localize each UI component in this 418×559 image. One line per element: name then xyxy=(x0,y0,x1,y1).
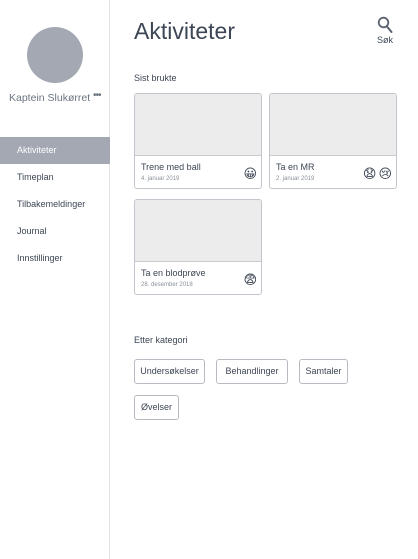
search-icon xyxy=(377,16,393,33)
sidebar-item-label: Journal xyxy=(17,226,47,236)
activity-card-ta-en-mr[interactable]: Ta en MR 2. januar 2019 😧 😢 xyxy=(269,93,397,189)
sidebar-item-label: Timeplan xyxy=(17,172,54,182)
card-emojis: 😨 xyxy=(243,272,257,288)
fearful-face-icon: 😨 xyxy=(243,272,257,287)
card-title: Trene med ball xyxy=(141,162,201,172)
card-thumbnail xyxy=(270,94,396,156)
page-title: Aktiviteter xyxy=(134,18,235,44)
profile-name: Kaptein Slukørret xyxy=(9,92,91,104)
activity-card-trene-med-ball[interactable]: Trene med ball 4. januar 2019 😀 xyxy=(134,93,262,189)
sidebar-nav: Aktiviteter Timeplan Tilbakemeldinger Jo… xyxy=(0,137,110,272)
search-label: Søk xyxy=(376,35,393,45)
sidebar-item-timeplan[interactable]: Timeplan xyxy=(0,164,110,191)
category-button-ovelser[interactable]: Øvelser xyxy=(134,395,179,420)
activity-card-ta-en-blodprove[interactable]: Ta en blodprøve 28. desember 2018 😨 xyxy=(134,199,262,295)
more-icon[interactable]: ••• xyxy=(93,90,101,101)
sidebar-item-journal[interactable]: Journal xyxy=(0,218,110,245)
card-date: 2. januar 2019 xyxy=(276,176,315,182)
recent-section-label: Sist brukte xyxy=(134,73,177,83)
sidebar-item-tilbakemeldinger[interactable]: Tilbakemeldinger xyxy=(0,191,110,218)
category-button-samtaler[interactable]: Samtaler xyxy=(299,359,348,384)
card-thumbnail xyxy=(135,94,261,156)
sidebar-item-label: Innstillinger xyxy=(17,253,63,263)
crying-face-icon: 😢 xyxy=(378,166,392,181)
sidebar-item-innstillinger[interactable]: Innstillinger xyxy=(0,245,110,272)
card-emojis: 😧 😢 xyxy=(363,166,392,182)
sidebar-item-aktiviteter[interactable]: Aktiviteter xyxy=(0,137,110,164)
sidebar: Kaptein Slukørret ••• Aktiviteter Timepl… xyxy=(0,0,110,559)
category-button-undersokelser[interactable]: Undersøkelser xyxy=(134,359,205,384)
card-title: Ta en blodprøve xyxy=(141,268,206,278)
sidebar-item-label: Tilbakemeldinger xyxy=(17,199,86,209)
search-button[interactable]: Søk xyxy=(374,16,396,45)
card-emojis: 😀 xyxy=(243,166,257,182)
grinning-face-icon: 😀 xyxy=(243,166,257,181)
sidebar-item-label: Aktiviteter xyxy=(17,145,57,155)
card-title: Ta en MR xyxy=(276,162,315,172)
avatar[interactable] xyxy=(27,27,83,83)
card-date: 4. januar 2019 xyxy=(141,176,180,182)
card-thumbnail xyxy=(135,200,261,262)
anguished-face-icon: 😧 xyxy=(362,166,377,181)
card-date: 28. desember 2018 xyxy=(141,282,193,288)
category-section-label: Etter kategori xyxy=(134,335,188,345)
category-button-behandlinger[interactable]: Behandlinger xyxy=(216,359,288,384)
